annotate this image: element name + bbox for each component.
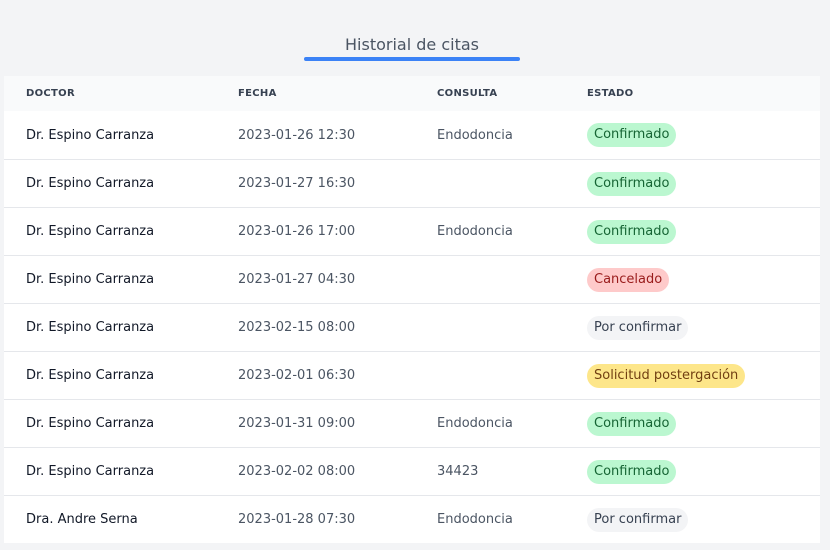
estado-cell: Confirmado [565,159,820,208]
estado-cell: Por confirmar [565,303,820,352]
table-header-row: DOCTOR FECHA CONSULTA ESTADO [4,76,820,111]
table-row[interactable]: Dr. Espino Carranza 2023-01-26 17:00 Endod… [4,207,820,256]
status-badge: Cancelado [587,267,670,292]
status-badge: Confirmado [587,411,677,436]
doctor-cell: Dr. Espino Carranza [4,159,216,208]
consulta-cell [415,255,565,304]
consulta-cell: Endodoncia [415,399,565,448]
fecha-cell: 2023-01-31 09:00 [216,399,415,448]
table-row[interactable]: Dr. Espino Carranza 2023-02-15 08:00 Por c… [4,303,820,352]
active-tab-indicator [304,57,520,61]
tab-historial-citas[interactable]: Historial de citas [304,35,520,54]
estado-cell: Confirmado [565,399,820,448]
fecha-cell: 2023-01-26 12:30 [238,127,356,143]
doctor-cell: Dr. Espino Carranza [4,351,216,400]
fecha-cell: 2023-01-27 04:30 [216,255,415,304]
estado-cell: Confirmado [565,207,820,256]
fecha-cell: 2023-02-02 08:00 [216,447,415,496]
appointments-table-card: DOCTOR FECHA CONSULTA ESTADO Dr. Espino … [4,76,820,543]
doctor-cell: Dr. Espino Carranza [4,255,216,304]
estado-cell: Confirmado [565,111,820,160]
fecha-cell: 2023-01-28 07:30 [216,495,415,543]
status-badge: Por confirmar [587,507,689,532]
consulta-cell: 34423 [415,447,565,496]
table-row[interactable]: Dr. Espino Carranza 2023-01-27 16:30 Confi… [4,159,820,208]
table-row[interactable]: Dra. Andre Serna 2023-01-28 07:30 Endodonc… [4,495,820,543]
table-row[interactable]: Dr. Espino Carranza 2023-01-26 12:30 Endod… [4,111,820,160]
tab-bar: Historial de citas [0,0,830,76]
consulta-cell: Endodoncia [437,127,513,143]
doctor-cell: Dr. Espino Carranza [4,207,216,256]
fecha-cell: 2023-02-15 08:00 [216,303,415,352]
consulta-cell [415,303,565,352]
fecha-cell: 2023-02-01 06:30 [216,351,415,400]
header-doctor: DOCTOR [26,88,75,99]
header-fecha: FECHA [238,88,277,99]
status-badge: Confirmado [587,171,677,196]
estado-cell: Confirmado [565,447,820,496]
appointments-table: DOCTOR FECHA CONSULTA ESTADO Dr. Espino … [4,76,820,543]
doctor-cell: Dr. Espino Carranza [4,447,216,496]
status-badge: Solicitud postergación [587,363,746,388]
estado-cell: Solicitud postergación [565,351,820,400]
table-row[interactable]: Dr. Espino Carranza 2023-02-01 06:30 Solic… [4,351,820,400]
estado-cell: Cancelado [565,255,820,304]
status-badge: Confirmado [587,123,677,147]
table-row[interactable]: Dr. Espino Carranza 2023-01-27 04:30 Cance… [4,255,820,304]
consulta-cell [415,351,565,400]
fecha-cell: 2023-01-27 16:30 [216,159,415,208]
consulta-cell: Endodoncia [415,207,565,256]
consulta-cell [415,159,565,208]
header-estado: ESTADO [587,88,634,99]
doctor-cell: Dr. Espino Carranza [4,303,216,352]
status-badge: Confirmado [587,459,677,484]
doctor-cell: Dr. Espino Carranza [4,399,216,448]
status-badge: Por confirmar [587,315,689,340]
consulta-cell: Endodoncia [415,495,565,543]
table-row[interactable]: Dr. Espino Carranza 2023-01-31 09:00 Endod… [4,399,820,448]
table-row[interactable]: Dr. Espino Carranza 2023-02-02 08:00 34423… [4,447,820,496]
doctor-cell: Dra. Andre Serna [4,495,216,543]
fecha-cell: 2023-01-26 17:00 [216,207,415,256]
status-badge: Confirmado [587,219,677,244]
header-consulta: CONSULTA [437,88,498,99]
estado-cell: Por confirmar [565,495,820,543]
doctor-cell: Dr. Espino Carranza [26,127,155,143]
